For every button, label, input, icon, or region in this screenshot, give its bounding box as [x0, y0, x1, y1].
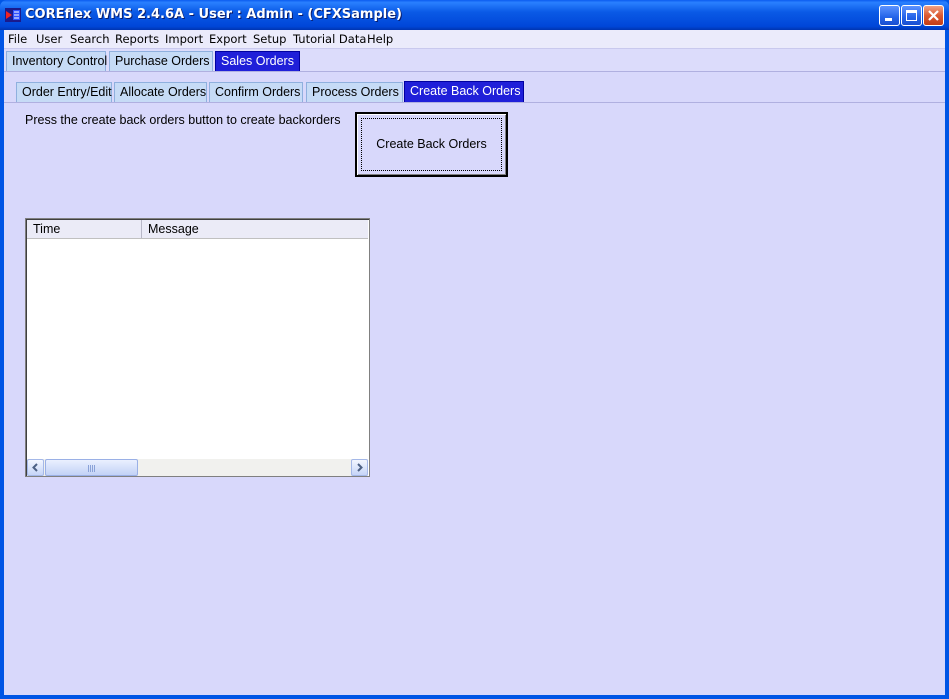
tab-create-back-orders[interactable]: Create Back Orders	[404, 81, 524, 102]
table-header: Time Message	[27, 220, 368, 239]
tab-order-entry-edit[interactable]: Order Entry/Edit	[16, 82, 112, 102]
minimize-icon	[885, 18, 892, 21]
app-logo-icon	[5, 8, 21, 22]
column-header-message[interactable]: Message	[142, 220, 370, 238]
menu-help[interactable]: Help	[367, 32, 393, 46]
horizontal-scrollbar[interactable]	[27, 459, 368, 476]
log-table[interactable]: Time Message	[25, 218, 370, 477]
maximize-icon	[906, 10, 917, 21]
menu-user[interactable]: User	[36, 32, 62, 46]
close-icon	[928, 10, 939, 21]
menu-export[interactable]: Export	[209, 32, 247, 46]
title-bar[interactable]: COREflex WMS 2.4.6A - User : Admin - (CF…	[0, 0, 949, 30]
tab-allocate-orders[interactable]: Allocate Orders	[114, 82, 207, 102]
chevron-right-icon	[357, 463, 363, 472]
instruction-text: Press the create back orders button to c…	[25, 113, 341, 127]
main-tab-bar: Inventory Control Purchase Orders Sales …	[4, 49, 945, 72]
sub-tab-bar: Order Entry/Edit Allocate Orders Confirm…	[4, 80, 945, 103]
close-button[interactable]	[923, 5, 944, 26]
window-title: COREflex WMS 2.4.6A - User : Admin - (CF…	[25, 7, 402, 22]
menu-search[interactable]: Search	[70, 32, 110, 46]
scroll-thumb[interactable]	[45, 459, 138, 476]
menu-setup[interactable]: Setup	[253, 32, 286, 46]
scroll-right-button[interactable]	[351, 459, 368, 476]
tab-confirm-orders[interactable]: Confirm Orders	[209, 82, 303, 102]
menu-import[interactable]: Import	[165, 32, 203, 46]
tab-inventory-control[interactable]: Inventory Control	[6, 51, 107, 71]
create-back-orders-button[interactable]: Create Back Orders	[355, 112, 508, 177]
menu-file[interactable]: File	[8, 32, 27, 46]
minimize-button[interactable]	[879, 5, 900, 26]
scroll-left-button[interactable]	[27, 459, 44, 476]
menu-bar: File User Search Reports Import Export S…	[4, 30, 945, 49]
tab-purchase-orders[interactable]: Purchase Orders	[109, 51, 213, 71]
menu-tutorial-data[interactable]: Tutorial Data	[293, 32, 366, 46]
tab-sales-orders[interactable]: Sales Orders	[215, 51, 300, 71]
chevron-left-icon	[32, 463, 38, 472]
maximize-button[interactable]	[901, 5, 922, 26]
app-window: COREflex WMS 2.4.6A - User : Admin - (CF…	[0, 0, 949, 699]
tab-process-orders[interactable]: Process Orders	[306, 82, 403, 102]
client-area: File User Search Reports Import Export S…	[4, 30, 945, 695]
column-header-time[interactable]: Time	[27, 220, 142, 238]
create-back-orders-label: Create Back Orders	[376, 137, 487, 151]
menu-reports[interactable]: Reports	[115, 32, 159, 46]
grip-icon	[88, 465, 95, 472]
